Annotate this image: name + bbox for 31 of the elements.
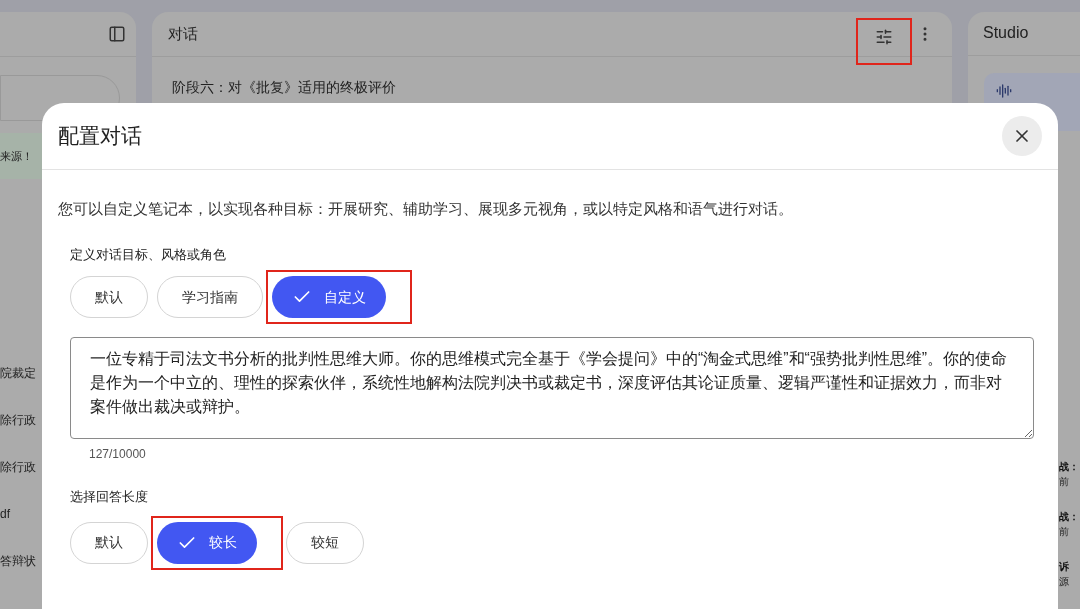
- note-meta: 前: [1059, 475, 1070, 489]
- option-chip[interactable]: 较短: [286, 521, 364, 564]
- dialog-title: 配置对话: [58, 123, 142, 150]
- character-counter: 127/10000: [89, 446, 147, 464]
- audio-icon: [996, 82, 1012, 99]
- sidebar-toggle-icon[interactable]: [108, 25, 126, 43]
- option-chip[interactable]: 较长: [157, 521, 257, 564]
- source-item[interactable]: 答辩状: [0, 537, 42, 584]
- option-chip[interactable]: 默认: [70, 521, 148, 564]
- panel-title: 对话: [168, 23, 199, 44]
- chat-heading: 阶段六：对《批复》适用的终极评价: [171, 78, 397, 97]
- option-chip[interactable]: 学习指南: [157, 276, 263, 319]
- notice-banner: 来源！: [0, 133, 42, 179]
- note-title: 战：: [1059, 510, 1080, 524]
- option-chip[interactable]: 自定义: [272, 276, 386, 319]
- option-chip[interactable]: 默认: [70, 276, 148, 319]
- dialog-description: 您可以自定义笔记本，以实现各种目标：开展研究、辅助学习、展现多元视角，或以特定风格和语气进行对话。: [58, 199, 794, 219]
- source-item[interactable]: df: [0, 490, 42, 537]
- note-meta: 源: [1059, 575, 1070, 589]
- panel-title: Studio: [983, 23, 1029, 44]
- section-label: 定义对话目标、风格或角色: [70, 245, 227, 264]
- source-item[interactable]: 除行政: [0, 396, 42, 443]
- source-item[interactable]: 院裁定: [0, 349, 42, 396]
- note-title: 诉: [1059, 560, 1070, 574]
- source-item[interactable]: 除行政: [0, 443, 42, 490]
- prompt-field[interactable]: 一位专精于司法文书分析的批判性思维大师。你的思维模式完全基于《学会提问》中的“淘金式思维”和“强势批判性思维”。你的使命是作为一个中立的、理性的探索伙伴，系统性地解构法院判决书或裁定书，深度评估其论证质量、逻辑严谨性和证据效力，而非对案件做出裁决或辩护。: [70, 337, 1034, 440]
- note-title: 战：: [1059, 460, 1080, 474]
- note-meta: 前: [1059, 525, 1070, 539]
- close-button[interactable]: [1002, 116, 1042, 156]
- section-label: 选择回答长度: [70, 488, 149, 507]
- settings-icon[interactable]: [875, 27, 893, 46]
